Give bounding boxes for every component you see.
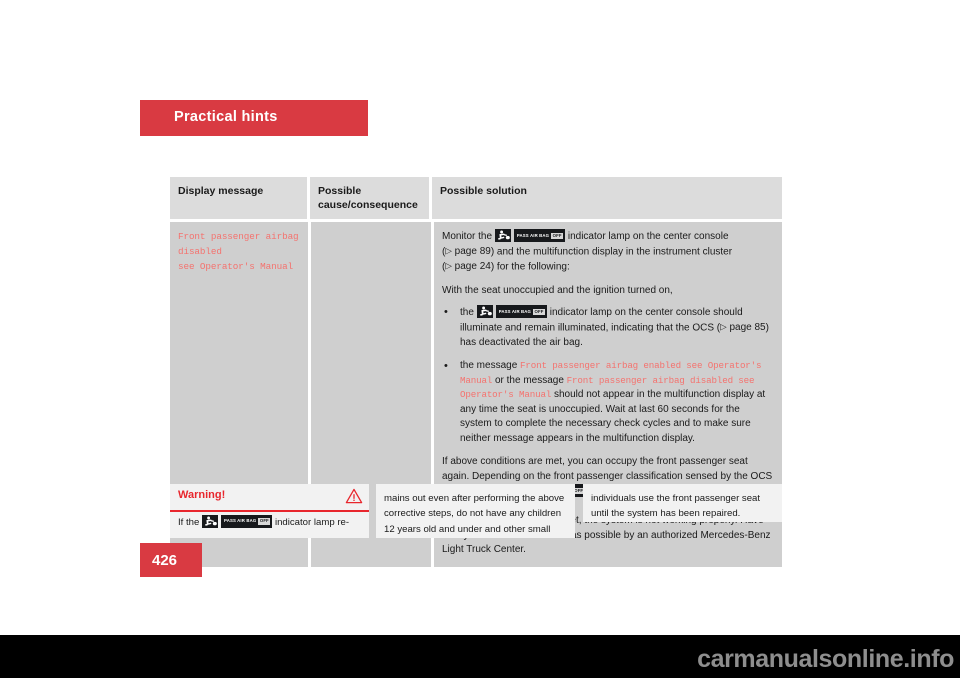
list-item: • the PASS AIR BAG OFF indicator lamp on t… <box>442 305 774 350</box>
warning-header: Warning! <box>170 484 369 509</box>
child-seat-airbag-icon <box>494 229 511 243</box>
lamp-text-main: PASS AIR BAG <box>498 308 532 314</box>
child-seat-airbag-icon <box>202 515 219 528</box>
header-possible-cause-line1: Possible <box>318 185 362 197</box>
bullet2-text-1: the message <box>460 360 521 372</box>
table-header-row: Display message Possible cause/consequen… <box>170 177 782 220</box>
page-reference: ▷ page 24 <box>445 260 491 273</box>
page-reference: ▷ page 85 <box>720 321 766 334</box>
warning-text-before-lamp: If the <box>178 517 200 528</box>
bullet1-text-before-lamp: the <box>460 307 474 319</box>
warning-triangle-icon <box>345 488 363 504</box>
page-reference-label: page 89 <box>454 246 491 258</box>
warning-body-text: individuals use the front passenger seat… <box>591 493 761 520</box>
chapter-banner: Practical hints <box>140 100 368 136</box>
warning-box-continuation-2: individuals use the front passenger seat… <box>583 484 782 522</box>
pass-air-bag-off-indicator-icon: PASS AIR BAGOFF <box>476 305 547 319</box>
warning-text-after-lamp: indicator lamp re- <box>274 517 350 528</box>
pass-air-bag-text-icon: PASS AIR BAGOFF <box>495 305 547 319</box>
page-reference-label: page 24 <box>454 261 491 273</box>
manual-page-sheet: Practical hints Display message Possible… <box>0 0 960 635</box>
header-possible-cause: Possible cause/consequence <box>310 177 429 220</box>
header-possible-cause-line2: cause/consequence <box>318 199 418 212</box>
warning-box-primary: Warning! If the PASS AIR BAG OFF indicato… <box>170 484 369 538</box>
solution-intro-paragraph: Monitor the PASS AIR BAG OFF indicator la… <box>442 229 774 275</box>
bullet2-text-2: or the message <box>492 374 567 386</box>
header-possible-solution: Possible solution <box>432 177 782 220</box>
page-reference: ▷ page 89 <box>445 245 491 258</box>
pass-air-bag-text-icon: PASS AIR BAGOFF <box>513 229 566 243</box>
chapter-title: Practical hints <box>174 109 278 125</box>
display-message-line: disabled <box>178 246 222 258</box>
warning-divider <box>170 510 369 512</box>
child-seat-airbag-icon <box>476 305 493 319</box>
page-number-tab: 426 <box>140 543 202 577</box>
warning-title: Warning! <box>178 489 226 501</box>
lamp-text-badge: OFF <box>258 518 271 525</box>
pass-air-bag-off-indicator-icon: PASS AIR BAGOFF <box>494 229 566 243</box>
pass-air-bag-off-indicator-icon: PASS AIR BAGOFF <box>202 515 273 528</box>
lamp-text-main: PASS AIR BAG <box>224 518 257 524</box>
lamp-text-badge: OFF <box>551 232 564 239</box>
solution-bullet-list: • the PASS AIR BAG OFF indicator lamp on t… <box>442 305 774 446</box>
solution-condition-line: With the seat unoccupied and the ignitio… <box>442 284 673 296</box>
warning-body-text: If the PASS AIR BAG OFF indicator lamp re… <box>178 515 363 530</box>
page-reference-label: page 85 <box>729 322 766 334</box>
warning-body-text: mains out even after performing the abov… <box>384 493 565 535</box>
intro-text-after-lamp-3: ) for the following: <box>490 261 570 273</box>
display-message-line: see Operator's Manual <box>178 261 294 273</box>
intro-text-before-lamp: Monitor the <box>442 231 493 243</box>
page-number: 426 <box>152 552 178 569</box>
pass-air-bag-text-icon: PASS AIR BAGOFF <box>221 515 273 528</box>
lamp-text-badge: OFF <box>533 308 545 315</box>
triangle-right-icon: ▷ <box>445 260 452 271</box>
header-display-message: Display message <box>170 177 307 220</box>
triangle-right-icon: ▷ <box>720 321 727 332</box>
list-item: • the message Front passenger airbag enab… <box>442 359 774 446</box>
display-message-line: Front passenger airbag <box>178 231 299 243</box>
warning-box-continuation-1: mains out even after performing the abov… <box>376 484 575 538</box>
triangle-right-icon: ▷ <box>445 245 452 256</box>
lamp-text-main: PASS AIR BAG <box>516 232 550 238</box>
bullet-icon: • <box>444 306 448 319</box>
bullet-icon: • <box>444 360 448 373</box>
site-watermark: carmanualsonline.info <box>697 645 954 673</box>
